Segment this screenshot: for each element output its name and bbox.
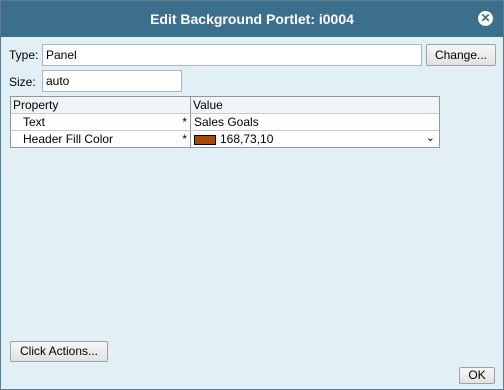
size-label: Size: <box>9 75 36 89</box>
chevron-down-icon[interactable]: ⌄ <box>426 130 435 146</box>
grid-row-text[interactable]: Text * Sales Goals <box>11 114 439 131</box>
color-value-text: 168,73,10 <box>220 132 274 146</box>
property-name: Header Fill Color <box>23 132 114 146</box>
close-icon[interactable]: ✕ <box>478 11 493 26</box>
property-cell: Text * <box>11 114 191 130</box>
edit-background-portlet-dialog: Edit Background Portlet: i0004 ✕ Type: P… <box>0 0 504 390</box>
color-value-cell[interactable]: 168,73,10 ⌄ <box>191 131 439 147</box>
click-actions-button[interactable]: Click Actions... <box>10 341 108 362</box>
size-field[interactable]: auto <box>42 70 182 92</box>
required-marker: * <box>182 115 187 129</box>
dialog-title: Edit Background Portlet: i0004 <box>150 11 354 27</box>
grid-row-header-fill-color[interactable]: Header Fill Color * 168,73,10 ⌄ <box>11 131 439 147</box>
property-cell: Header Fill Color * <box>11 131 191 147</box>
color-swatch <box>194 134 216 145</box>
required-marker: * <box>182 132 187 146</box>
property-column-header: Property <box>11 97 191 113</box>
change-button[interactable]: Change... <box>426 44 496 66</box>
text-value-cell[interactable]: Sales Goals <box>191 114 439 130</box>
property-name: Text <box>23 115 46 129</box>
ok-button[interactable]: OK <box>459 367 495 384</box>
grid-header-row: Property Value <box>11 97 439 114</box>
dialog-title-bar[interactable]: Edit Background Portlet: i0004 ✕ <box>1 1 503 37</box>
value-column-header: Value <box>191 97 439 113</box>
type-field[interactable]: Panel <box>42 44 422 66</box>
property-grid: Property Value Text * Sales Goals Header… <box>10 96 440 148</box>
type-label: Type: <box>9 48 39 62</box>
